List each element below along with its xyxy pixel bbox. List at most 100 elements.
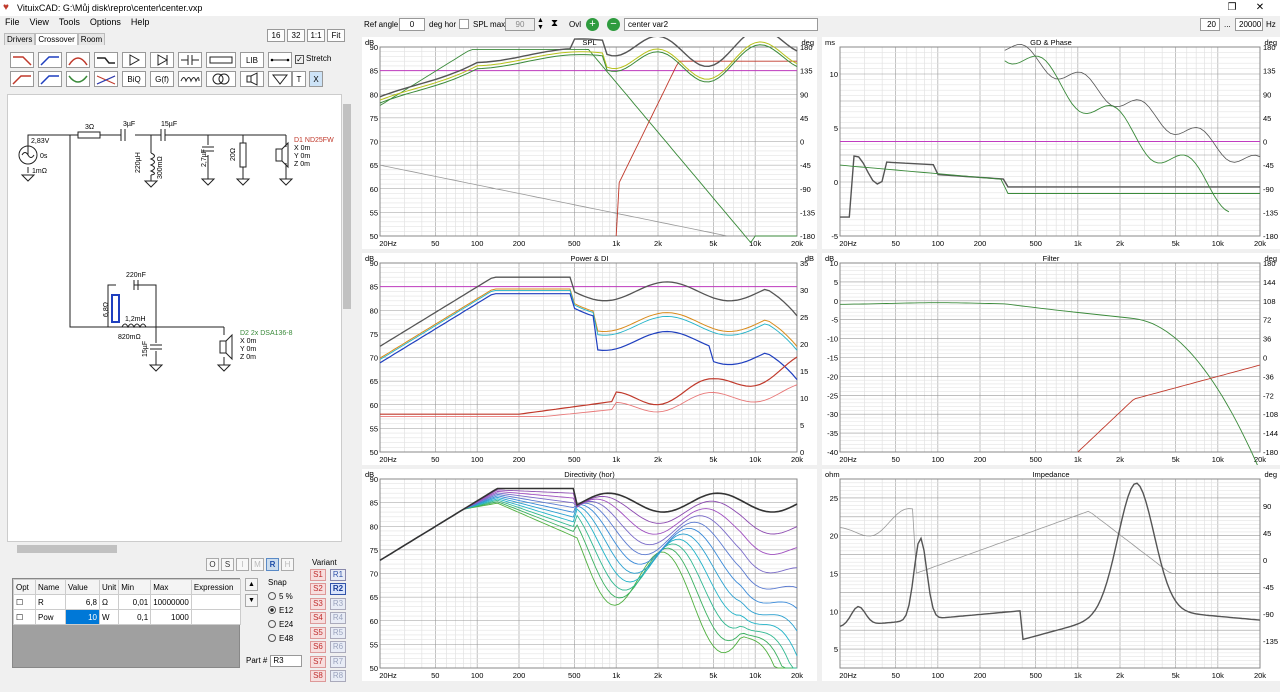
ground-tool-icon[interactable] [268,71,292,87]
tab-drivers[interactable]: Drivers [4,33,36,45]
restore-window-icon[interactable]: ❐ [1222,2,1242,13]
param-max[interactable]: 1000 [150,609,192,625]
variant-s1-button[interactable]: S1 [310,569,326,581]
biquad-tool-button[interactable]: BiQ [122,71,146,87]
spl-max-checkbox[interactable] [459,19,469,29]
param-min[interactable]: 0,1 [118,609,152,625]
opamp-tool-icon[interactable] [150,52,174,68]
opt-checkbox[interactable]: ☐ [13,609,36,625]
ref-angle-field[interactable]: 0 [399,18,425,31]
variant-s2-button[interactable]: S2 [310,583,326,595]
variant-r1-button[interactable]: R1 [330,569,346,581]
chart-directivity-hor[interactable]: Directivity (hor) dB 90 85 80 75 70 65 60 55 50 20H… [362,469,817,681]
variant-r5-button[interactable]: R5 [330,627,346,639]
capacitor-tool-icon[interactable] [178,52,202,68]
snap-e12-radio[interactable]: E12 [268,606,293,620]
variant-r3-button[interactable]: R3 [330,598,346,610]
variant-r6-button[interactable]: R6 [330,641,346,653]
text-tool-button[interactable]: T [292,71,306,87]
shelf-tool-icon[interactable] [94,52,118,68]
mode-i-button[interactable]: I [236,558,249,571]
variant-r7-button[interactable]: R7 [330,656,346,668]
gain-function-tool-button[interactable]: G(f) [150,71,174,87]
stretch-checkbox[interactable]: ✓ Stretch [295,54,331,64]
capacitor-c2-symbol[interactable] [160,129,175,141]
lowpass2-tool-icon[interactable] [10,71,34,87]
mode-o-button[interactable]: O [206,558,219,571]
opt-checkbox[interactable]: ☐ [13,594,36,610]
part-number-field[interactable]: R3 [270,655,303,667]
variant-r4-button[interactable]: R4 [330,612,346,624]
mode-r-button[interactable]: R [266,558,279,571]
param-expression[interactable] [190,609,242,625]
menu-file[interactable]: File [0,16,25,28]
param-value[interactable]: 6,8 [65,594,100,610]
variant-r8-button[interactable]: R8 [330,670,346,682]
capacitor-c5-symbol[interactable] [150,344,162,350]
variant-r2-button[interactable]: R2 [330,583,346,595]
variant-s3-button[interactable]: S3 [310,598,326,610]
param-max[interactable]: 10000000 [150,594,192,610]
bandpass-tool-icon[interactable] [66,52,90,68]
chart-filter[interactable]: Filter dB deg 10 5 0 -5 -10 -15 -20 -25 -30 -35 -40 18… [822,253,1280,472]
zoom-1-1-button[interactable]: 1:1 [307,29,325,42]
allpass-tool-icon[interactable] [38,71,62,87]
resistor-tool-icon[interactable] [206,52,236,68]
spl-max-spinner-icon[interactable]: ▲ ▼ [537,17,544,31]
chart-spl[interactable]: SPL dB deg 90 85 80 75 70 65 60 55 50 180 135 90 45 0 -45… [362,28,817,249]
param-min[interactable]: 0,01 [118,594,152,610]
menu-view[interactable]: View [25,16,54,28]
freq-max-field[interactable]: 20000 [1235,18,1263,31]
chart-gd-phase[interactable]: GD & Phase ms deg 10 5 0 -5 180 135 90 45 0 -45 -90 -1… [822,37,1280,249]
crossover-tool-icon[interactable] [94,71,118,87]
notch-tool-icon[interactable] [66,71,90,87]
param-value[interactable]: 10 [65,609,100,625]
chart-power-di[interactable]: Power & DI dB dB 90 85 80 75 70 65 60 55 50 35 30 25 20… [362,253,817,465]
zoom-32-button[interactable]: 32 [287,29,305,42]
mode-s-button[interactable]: S [221,558,234,571]
variant-s7-button[interactable]: S7 [310,656,326,668]
inductor-tool-icon[interactable] [178,71,202,87]
woofer-d2-speaker-icon[interactable] [219,333,233,361]
add-overlay-icon[interactable]: + [586,18,599,31]
menu-help[interactable]: Help [126,16,155,28]
resistor-r3-symbol[interactable] [111,294,120,323]
library-tool-button[interactable]: LIB [240,52,264,68]
sort-icon[interactable]: ⧗ [551,18,558,29]
inductor-l1-symbol[interactable] [149,152,155,176]
param-expression[interactable] [190,594,242,610]
variant-s6-button[interactable]: S6 [310,641,326,653]
snap-e24-radio[interactable]: E24 [268,620,293,634]
zoom-16-button[interactable]: 16 [267,29,285,42]
schematic-horizontal-scrollbar[interactable] [7,544,352,554]
spl-max-field[interactable]: 90 [505,18,535,31]
variant-s4-button[interactable]: S4 [310,612,326,624]
capacitor-c1-symbol[interactable] [120,129,126,141]
vscroll-thumb[interactable] [343,104,351,309]
snap-e48-radio[interactable]: E48 [268,634,293,648]
move-up-button[interactable]: ▲ [245,578,258,591]
resistor-r2-symbol[interactable] [239,142,247,168]
hscroll-thumb[interactable] [17,545,117,553]
buffer-tool-icon[interactable] [122,52,146,68]
driver-tool-icon[interactable] [240,71,264,87]
tab-room[interactable]: Room [77,33,106,45]
lowpass-tool-icon[interactable] [10,52,34,68]
highpass-tool-icon[interactable] [38,52,62,68]
remove-overlay-icon[interactable]: − [607,18,620,31]
tab-crossover[interactable]: Crossover [35,33,78,45]
wire-tool-icon[interactable] [268,52,292,68]
schematic-canvas[interactable]: 2,83V 0s 1mΩ 3Ω 3µF 15µF 220µH 300mΩ 2,7… [7,94,342,542]
mode-m-button[interactable]: M [251,558,264,571]
overlay-name-field[interactable]: center var2 [624,18,818,31]
mode-h-button[interactable]: H [281,558,294,571]
delete-tool-button[interactable]: X [309,71,323,87]
close-window-icon[interactable]: ✕ [1250,2,1270,13]
transformer-tool-icon[interactable] [206,71,236,87]
variant-s5-button[interactable]: S5 [310,627,326,639]
variant-s8-button[interactable]: S8 [310,670,326,682]
schematic-vertical-scrollbar[interactable] [342,94,352,542]
menu-tools[interactable]: Tools [54,16,85,28]
zoom-fit-button[interactable]: Fit [327,29,345,42]
snap-5-radio[interactable]: 5 % [268,592,293,606]
